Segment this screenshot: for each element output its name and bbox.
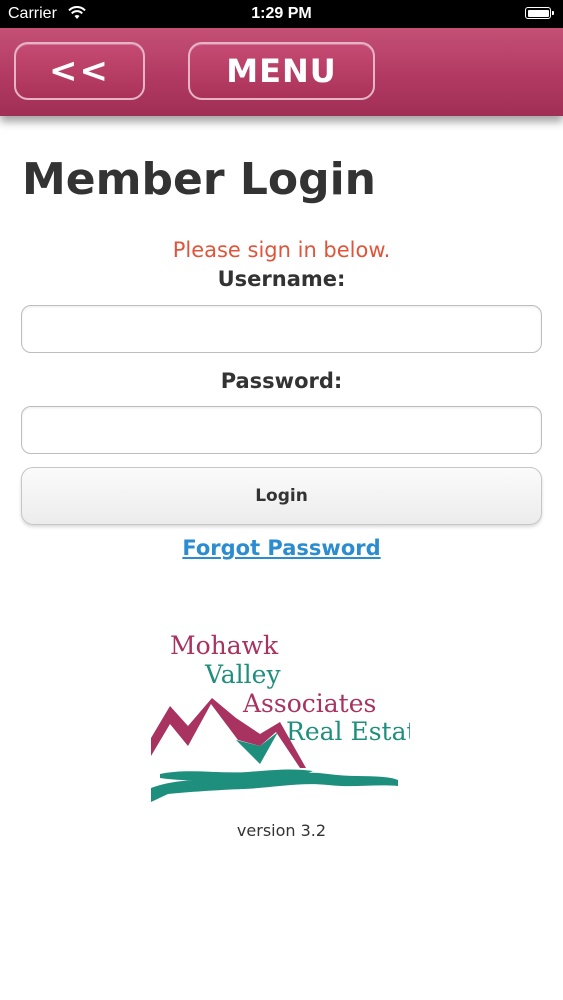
password-input[interactable] (21, 406, 542, 454)
app-header: << MENU (0, 28, 563, 116)
password-label: Password: (220, 369, 343, 393)
menu-button[interactable]: MENU (188, 42, 375, 100)
logo-line-realestate: Real Estate (286, 717, 410, 746)
logo-line-associates: Associates (242, 689, 376, 718)
logo-line-valley: Valley (204, 660, 281, 689)
page-title: Member Login (22, 154, 376, 205)
forgot-password-link[interactable]: Forgot Password (0, 536, 563, 560)
status-time: 1:29 PM (251, 5, 312, 22)
battery-icon (525, 7, 554, 19)
company-logo: Mohawk Valley Associates Real Estate (151, 631, 410, 802)
login-button[interactable]: Login (21, 467, 542, 525)
username-label: Username: (217, 267, 346, 291)
signin-message: Please sign in below. (172, 238, 391, 262)
back-button[interactable]: << (14, 42, 145, 100)
status-bar: Carrier 1:29 PM (0, 0, 563, 28)
username-input[interactable] (21, 305, 542, 353)
logo-line-mohawk: Mohawk (170, 631, 279, 660)
version-label: version 3.2 (236, 821, 327, 840)
